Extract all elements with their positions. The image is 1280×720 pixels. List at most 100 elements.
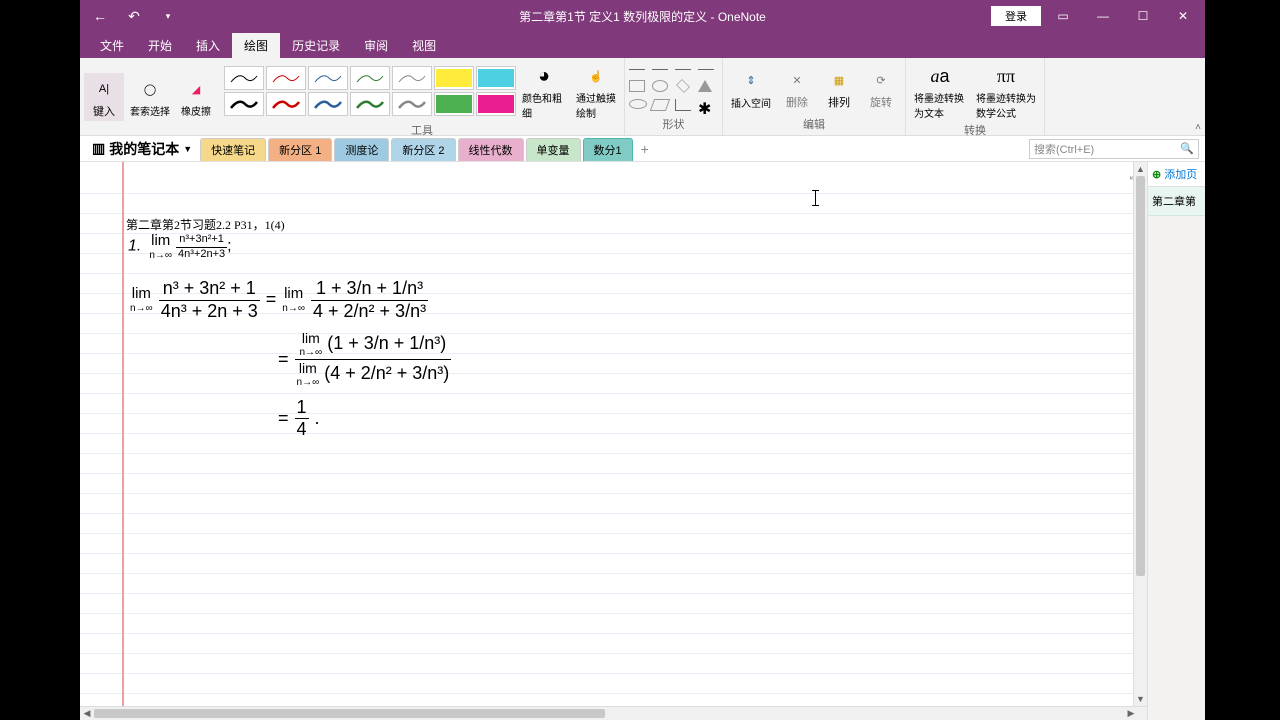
shape-rect[interactable]	[629, 80, 645, 92]
horizontal-scrollbar[interactable]: ◀ ▶	[80, 706, 1147, 720]
add-section-button[interactable]: +	[635, 139, 655, 159]
tab-view[interactable]: 视图	[400, 33, 448, 58]
section-tab-math1[interactable]: 数分1	[583, 138, 633, 161]
arrange-icon: ▦	[823, 66, 855, 94]
vscroll-thumb[interactable]	[1136, 176, 1145, 576]
nav-back-button[interactable]: ←	[88, 4, 112, 28]
ruled-lines	[80, 174, 1147, 720]
notebook-icon: ▥	[92, 140, 105, 157]
scroll-up-button[interactable]: ▲	[1134, 162, 1147, 176]
pen-red-thick[interactable]	[266, 92, 306, 116]
shape-triangle[interactable]	[698, 80, 712, 92]
scroll-down-button[interactable]: ▼	[1134, 692, 1147, 706]
highlighter-magenta[interactable]	[476, 92, 516, 116]
titlebar: ← ↶ ▾ 第二章第1节 定义1 数列极限的定义 - OneNote 登录 ▭ …	[80, 0, 1205, 32]
tab-file[interactable]: 文件	[88, 33, 136, 58]
search-input[interactable]: 搜索(Ctrl+E) 🔍	[1029, 139, 1199, 159]
plus-icon: ⊕	[1152, 168, 1161, 181]
login-button[interactable]: 登录	[991, 6, 1041, 26]
tools-group-label: 工具	[411, 122, 433, 139]
lasso-icon: ◯	[134, 75, 166, 103]
tab-draw[interactable]: 绘图	[232, 33, 280, 58]
undo-button[interactable]: ↶	[122, 4, 146, 28]
section-tab-quicknotes[interactable]: 快速笔记	[200, 138, 266, 161]
tab-home[interactable]: 开始	[136, 33, 184, 58]
collapse-ribbon-button[interactable]: ˄	[1195, 122, 1201, 133]
pen-red-thin[interactable]	[266, 66, 306, 90]
shape-arrow[interactable]	[652, 69, 668, 70]
chevron-down-icon: ▼	[183, 144, 192, 154]
scroll-left-button[interactable]: ◀	[80, 707, 94, 720]
close-button[interactable]: ✕	[1165, 2, 1201, 30]
touch-icon: ☝	[580, 62, 612, 90]
shape-ellipse[interactable]	[652, 80, 668, 92]
hscroll-thumb[interactable]	[94, 709, 605, 718]
notebook-bar: ▥ 我的笔记本 ▼ 快速笔记 新分区 1 测度论 新分区 2 线性代数 单变量 …	[80, 136, 1205, 162]
shapes-group-label: 形状	[663, 116, 685, 133]
ink-to-text-button[interactable]: aa 将墨迹转换为文本	[910, 60, 970, 122]
highlighter-yellow[interactable]	[434, 66, 474, 90]
add-page-button[interactable]: ⊕ 添加页	[1148, 162, 1205, 187]
scroll-right-button[interactable]: ▶	[1115, 707, 1147, 720]
section-tab-measure[interactable]: 测度论	[334, 138, 389, 161]
page-item-current[interactable]: 第二章第	[1148, 187, 1205, 216]
highlighter-cyan[interactable]	[476, 66, 516, 90]
page-heading[interactable]: 第二章第2节习题2.2 P31，1(4)	[126, 216, 285, 233]
qat-customize[interactable]: ▾	[156, 4, 180, 28]
text-cursor-icon: A|	[88, 75, 120, 103]
problem-line[interactable]: 1. limn→∞ n³+3n²+1 4n³+2n+3 ;	[128, 232, 232, 262]
section-tab-new2[interactable]: 新分区 2	[391, 138, 455, 161]
ribbon-options-button[interactable]: ▭	[1045, 2, 1081, 30]
insert-space-icon: ⇕	[735, 67, 767, 95]
shape-oval[interactable]	[629, 99, 647, 109]
type-input-button[interactable]: A| 键入	[84, 73, 124, 121]
tab-history[interactable]: 历史记录	[280, 33, 352, 58]
color-thickness-button[interactable]: ◕ 颜色和粗细	[518, 60, 570, 122]
pen-gray-thick[interactable]	[392, 92, 432, 116]
delete-icon: ✕	[781, 66, 813, 94]
section-tab-linear[interactable]: 线性代数	[458, 138, 524, 161]
pen-gallery[interactable]	[224, 66, 516, 116]
page-panel: ⊕ 添加页 第二章第	[1147, 162, 1205, 720]
lasso-select-button[interactable]: ◯ 套索选择	[126, 73, 174, 120]
minimize-button[interactable]: —	[1085, 2, 1121, 30]
margin-line	[122, 162, 124, 720]
shape-diamond[interactable]	[676, 79, 690, 93]
rotate-button[interactable]: ⟳ 旋转	[861, 64, 901, 112]
pen-blue-thick[interactable]	[308, 92, 348, 116]
tab-review[interactable]: 审阅	[352, 33, 400, 58]
shape-axes[interactable]	[675, 99, 691, 111]
tab-insert[interactable]: 插入	[184, 33, 232, 58]
pen-black-thin[interactable]	[224, 66, 264, 90]
shapes-gallery[interactable]: ✱	[629, 61, 718, 115]
notebook-selector[interactable]: ▥ 我的笔记本 ▼	[86, 139, 198, 159]
pen-gray-thin[interactable]	[392, 66, 432, 90]
pen-blue-thin[interactable]	[308, 66, 348, 90]
insert-space-button[interactable]: ⇕ 插入空间	[727, 65, 775, 112]
section-tab-single[interactable]: 单变量	[526, 138, 581, 161]
touch-draw-button[interactable]: ☝ 通过触摸绘制	[572, 60, 620, 122]
arrange-button[interactable]: ▦ 排列	[819, 64, 859, 112]
maximize-button[interactable]: ☐	[1125, 2, 1161, 30]
eraser-button[interactable]: ◢ 橡皮擦	[176, 73, 216, 120]
pen-green-thin[interactable]	[350, 66, 390, 90]
shape-line[interactable]	[629, 69, 645, 70]
color-wheel-icon: ◕	[528, 62, 560, 90]
shape-3d-axes[interactable]: ✱	[698, 99, 714, 111]
shape-connector[interactable]	[698, 69, 714, 70]
pen-black-thick[interactable]	[224, 92, 264, 116]
shape-parallelogram[interactable]	[650, 99, 670, 111]
pen-green-thick[interactable]	[350, 92, 390, 116]
rotate-icon: ⟳	[865, 66, 897, 94]
highlighter-green[interactable]	[434, 92, 474, 116]
shape-double-arrow[interactable]	[675, 69, 691, 70]
convert-group-label: 转换	[964, 122, 986, 139]
derivation-block[interactable]: limn→∞ n³ + 3n² + 1 4n³ + 2n + 3 = limn→…	[130, 278, 451, 441]
page-canvas[interactable]: ⤢ 第二章第2节习题2.2 P31，1(4) 1. limn→∞ n³+3n²+…	[80, 162, 1147, 720]
window-title: 第二章第1节 定义1 数列极限的定义 - OneNote	[519, 8, 766, 25]
eraser-icon: ◢	[180, 75, 212, 103]
delete-button[interactable]: ✕ 删除	[777, 64, 817, 112]
vertical-scrollbar[interactable]: ▲ ▼	[1133, 162, 1147, 706]
section-tab-new1[interactable]: 新分区 1	[268, 138, 332, 161]
ink-to-math-button[interactable]: ππ 将墨迹转换为数学公式	[972, 60, 1040, 122]
